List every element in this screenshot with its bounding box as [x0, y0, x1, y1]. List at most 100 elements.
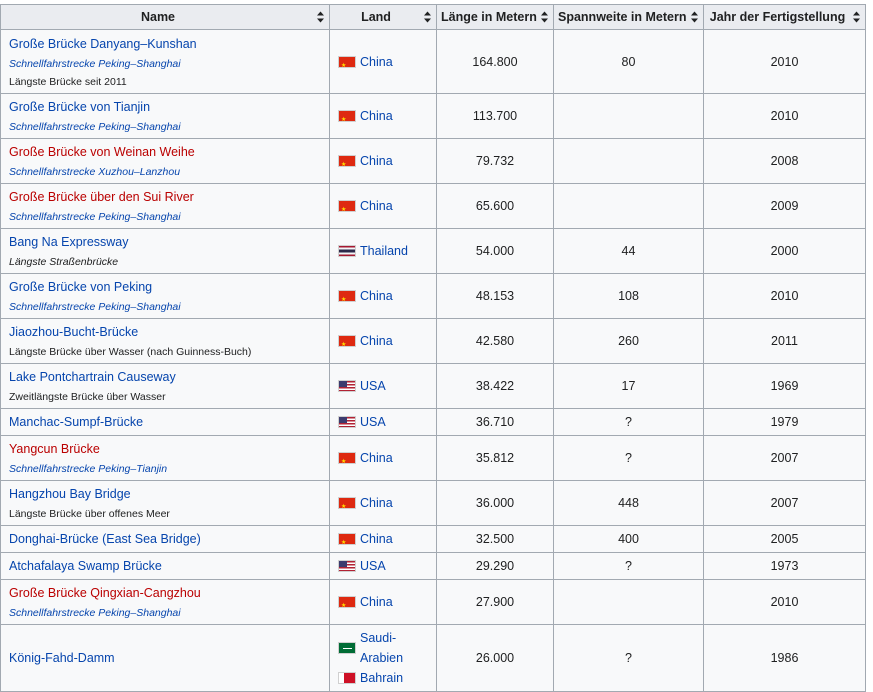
country-link[interactable]: China [360, 196, 393, 216]
bridge-note: Schnellfahrstrecke Peking–Tianjin [9, 461, 321, 477]
table-row: Große Brücke Danyang–Kunshan Schnellfahrs… [0, 29, 866, 94]
cell-span: ? [553, 624, 704, 692]
cell-land: China [329, 579, 437, 625]
column-header-label: Jahr der Fertigstellung [709, 10, 846, 24]
country-link[interactable]: USA [360, 376, 386, 396]
country-link[interactable]: Bahrain [360, 668, 403, 688]
table-row: Yangcun Brücke Schnellfahrstrecke Peking–… [0, 435, 866, 481]
cell-name: Donghai-Brücke (East Sea Bridge) [0, 525, 330, 553]
table-header-row: Name Land Länge in Metern Spannweite in … [0, 4, 866, 30]
bridge-name-link[interactable]: Bang Na Expressway [9, 235, 129, 249]
bridge-name-link[interactable]: Atchafalaya Swamp Brücke [9, 559, 162, 573]
bridge-note: Schnellfahrstrecke Xuzhou–Lanzhou [9, 164, 321, 180]
column-header-label: Name [140, 10, 176, 24]
cell-land: China [329, 138, 437, 184]
column-header-name[interactable]: Name [0, 4, 330, 30]
cell-length: 26.000 [436, 624, 554, 692]
country-entry: China [338, 106, 428, 126]
railway-line-link[interactable]: Schnellfahrstrecke Peking–Shanghai [9, 211, 181, 223]
cell-land: USA [329, 363, 437, 409]
sort-icon[interactable] [691, 11, 698, 23]
cell-length: 36.710 [436, 408, 554, 436]
china-flag-icon [338, 335, 356, 347]
china-flag-icon [338, 596, 356, 608]
country-link[interactable]: USA [360, 412, 386, 432]
bridge-note: Längste Brücke seit 2011 [9, 75, 127, 88]
country-link[interactable]: China [360, 592, 393, 612]
country-link[interactable]: China [360, 106, 393, 126]
bridge-name-link[interactable]: Lake Pontchartrain Causeway [9, 370, 176, 384]
bridge-name-link[interactable]: Yangcun Brücke [9, 442, 100, 456]
country-link[interactable]: China [360, 331, 393, 351]
column-header-land[interactable]: Land [329, 4, 437, 30]
bridge-note: Schnellfahrstrecke Peking–Shanghai [9, 605, 321, 621]
bridge-name-link[interactable]: Große Brücke Qingxian-Cangzhou [9, 586, 201, 600]
country-entry: China [338, 592, 428, 612]
cell-span: 108 [553, 273, 704, 319]
country-link[interactable]: China [360, 151, 393, 171]
country-link[interactable]: China [360, 448, 393, 468]
cell-span [553, 183, 704, 229]
railway-line-link[interactable]: Schnellfahrstrecke Peking–Shanghai [9, 58, 181, 70]
bridge-name-link[interactable]: Große Brücke von Peking [9, 280, 152, 294]
railway-line-link[interactable]: Schnellfahrstrecke Xuzhou–Lanzhou [9, 166, 180, 178]
sort-icon[interactable] [853, 11, 860, 23]
bridge-name-line: Yangcun Brücke [9, 439, 321, 459]
column-header-year[interactable]: Jahr der Fertigstellung [703, 4, 866, 30]
bridge-name-link[interactable]: Jiaozhou-Bucht-Brücke [9, 325, 138, 339]
usa-flag-icon [338, 416, 356, 428]
country-link[interactable]: China [360, 529, 393, 549]
cell-length: 65.600 [436, 183, 554, 229]
country-link[interactable]: China [360, 493, 393, 513]
sort-icon[interactable] [424, 11, 431, 23]
country-link[interactable]: Thailand [360, 241, 408, 261]
railway-line-link[interactable]: Schnellfahrstrecke Peking–Shanghai [9, 301, 181, 313]
cell-name: Manchac-Sumpf-Brücke [0, 408, 330, 436]
china-flag-icon [338, 55, 356, 68]
country-entry: Saudi-Arabien [338, 628, 428, 668]
cell-year: 1979 [703, 408, 866, 436]
cell-land: China [329, 29, 437, 94]
cell-span [553, 138, 704, 184]
bridge-name-link[interactable]: Große Brücke von Weinan Weihe [9, 145, 195, 159]
cell-land: Saudi-Arabien Bahrain [329, 624, 437, 692]
cell-length: 164.800 [436, 29, 554, 94]
bridge-name-line: Große Brücke von Tianjin [9, 97, 321, 117]
bridge-note: Schnellfahrstrecke Peking–Shanghai [9, 56, 321, 72]
bridge-name-link[interactable]: Hangzhou Bay Bridge [9, 487, 131, 501]
cell-name: Jiaozhou-Bucht-Brücke Längste Brücke über… [0, 318, 330, 364]
cell-name: Große Brücke Qingxian-Cangzhou Schnellfah… [0, 579, 330, 625]
cell-land: USA [329, 408, 437, 436]
table-row: Lake Pontchartrain Causeway Zweitlängste … [0, 363, 866, 409]
cell-year: 2010 [703, 579, 866, 625]
bridge-name-link[interactable]: Donghai-Brücke (East Sea Bridge) [9, 532, 201, 546]
cell-land: China [329, 183, 437, 229]
bridge-name-link[interactable]: Große Brücke Danyang–Kunshan [9, 37, 197, 51]
bridge-name-link[interactable]: König-Fahd-Damm [9, 651, 115, 665]
cell-span: 44 [553, 228, 704, 274]
cell-year: 1973 [703, 552, 866, 580]
country-link[interactable]: USA [360, 556, 386, 576]
bridges-table: Name Land Länge in Metern Spannweite in … [0, 4, 866, 692]
column-header-label: Länge in Metern [441, 10, 537, 24]
cell-year: 2005 [703, 525, 866, 553]
country-link[interactable]: Saudi-Arabien [360, 628, 428, 668]
table-row: Jiaozhou-Bucht-Brücke Längste Brücke über… [0, 318, 866, 364]
country-entry: Thailand [338, 241, 428, 261]
bridge-name-link[interactable]: Manchac-Sumpf-Brücke [9, 415, 143, 429]
bridge-name-link[interactable]: Große Brücke über den Sui River [9, 190, 194, 204]
column-header-length[interactable]: Länge in Metern [436, 4, 554, 30]
railway-line-link[interactable]: Schnellfahrstrecke Peking–Shanghai [9, 607, 181, 619]
railway-line-link[interactable]: Schnellfahrstrecke Peking–Shanghai [9, 121, 181, 133]
cell-land: China [329, 273, 437, 319]
sort-icon[interactable] [541, 11, 548, 23]
bridge-name-link[interactable]: Große Brücke von Tianjin [9, 100, 150, 114]
cell-length: 42.580 [436, 318, 554, 364]
country-link[interactable]: China [360, 286, 393, 306]
cell-land: USA [329, 552, 437, 580]
country-entry: China [338, 286, 428, 306]
column-header-span[interactable]: Spannweite in Metern [553, 4, 704, 30]
railway-line-link[interactable]: Schnellfahrstrecke Peking–Tianjin [9, 463, 167, 475]
country-link[interactable]: China [360, 52, 393, 72]
sort-icon[interactable] [317, 11, 324, 23]
